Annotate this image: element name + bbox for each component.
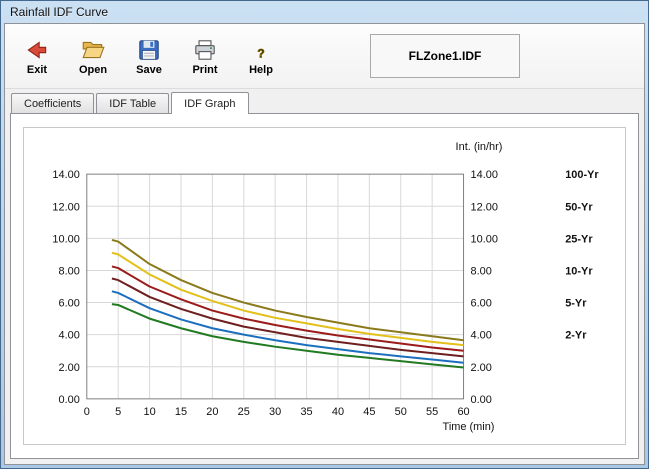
legend-label-50-yr: 50-Yr xyxy=(565,201,593,213)
tabstrip: Coefficients IDF Table IDF Graph xyxy=(5,89,644,114)
y-tick-label-right: 4.00 xyxy=(471,330,492,342)
legend-label-2-yr: 2-Yr xyxy=(565,330,587,342)
legend-label-5-yr: 5-Yr xyxy=(565,298,587,310)
x-axis-title: Time (min) xyxy=(443,421,495,433)
y-tick-label-left: 14.00 xyxy=(52,169,79,181)
titlebar[interactable]: Rainfall IDF Curve xyxy=(4,1,645,23)
tab-idf-table-label: IDF Table xyxy=(109,97,157,110)
y-tick-label-right: 10.00 xyxy=(471,233,498,245)
x-tick-label: 55 xyxy=(426,406,438,418)
filename-text: FLZone1.IDF xyxy=(408,49,482,63)
window-title: Rainfall IDF Curve xyxy=(10,5,109,19)
y-tick-label-right: 12.00 xyxy=(471,201,498,213)
x-tick-label: 10 xyxy=(143,406,155,418)
y-tick-label-left: 12.00 xyxy=(52,201,79,213)
tab-idf-table[interactable]: IDF Table xyxy=(96,93,170,113)
y-tick-label-left: 0.00 xyxy=(58,394,79,406)
print-label: Print xyxy=(192,63,218,76)
open-button[interactable]: Open xyxy=(73,33,113,80)
series-line-25-yr xyxy=(111,265,464,352)
y-tick-label-right: 14.00 xyxy=(471,169,498,181)
svg-text:?: ? xyxy=(257,46,264,60)
exit-button[interactable]: Exit xyxy=(17,33,57,80)
x-tick-label: 45 xyxy=(363,406,375,418)
help-button[interactable]: ? Help xyxy=(241,33,281,80)
y-tick-label-left: 4.00 xyxy=(58,330,79,342)
x-tick-label: 25 xyxy=(238,406,250,418)
y-tick-label-left: 8.00 xyxy=(58,265,79,277)
help-label: Help xyxy=(249,63,273,76)
window-body: Exit Open Save Print ? Help FLZone1.IDF … xyxy=(4,23,645,465)
idf-graph-panel: 0.00 0.00 2.00 2.00 4.00 4.00 6.00 6.00 8.00 8.00… xyxy=(10,113,639,459)
legend-label-10-yr: 10-Yr xyxy=(565,265,593,277)
x-tick-label: 20 xyxy=(206,406,218,418)
exit-icon xyxy=(27,40,47,59)
exit-label: Exit xyxy=(26,63,48,76)
toolbar: Exit Open Save Print ? Help FLZone1.IDF xyxy=(5,24,644,89)
y-axis-title: Int. (in/hr) xyxy=(456,141,503,153)
x-tick-label: 30 xyxy=(269,406,281,418)
x-tick-label: 60 xyxy=(457,406,469,418)
x-tick-label: 35 xyxy=(300,406,312,418)
app-window: Rainfall IDF Curve Exit Open Save Print … xyxy=(0,0,649,469)
open-folder-icon xyxy=(82,41,105,58)
y-tick-label-right: 8.00 xyxy=(471,265,492,277)
x-tick-label: 15 xyxy=(175,406,187,418)
y-tick-label-right: 2.00 xyxy=(471,362,492,374)
save-disk-icon xyxy=(139,39,159,60)
x-tick-label: 40 xyxy=(332,406,344,418)
chart-frame: 0.00 0.00 2.00 2.00 4.00 4.00 6.00 6.00 8.00 8.00… xyxy=(23,127,626,445)
y-tick-label-right: 6.00 xyxy=(471,298,492,310)
legend-label-25-yr: 25-Yr xyxy=(565,233,593,245)
x-tick-label: 5 xyxy=(115,406,121,418)
save-button[interactable]: Save xyxy=(129,33,169,80)
x-tick-label: 50 xyxy=(395,406,407,418)
tab-coefficients[interactable]: Coefficients xyxy=(11,93,95,113)
series-line-50-yr xyxy=(111,251,464,347)
print-button[interactable]: Print xyxy=(185,33,225,80)
series-line-100-yr xyxy=(111,238,464,342)
x-tick-label: 0 xyxy=(84,406,90,418)
tab-coefficients-label: Coefficients xyxy=(24,97,82,110)
save-label: Save xyxy=(136,63,162,76)
y-tick-label-left: 10.00 xyxy=(52,233,79,245)
printer-icon xyxy=(195,39,215,60)
tab-idf-graph-label: IDF Graph xyxy=(184,97,236,110)
y-tick-label-left: 6.00 xyxy=(58,298,79,310)
open-label: Open xyxy=(78,63,108,76)
idf-chart: 0.00 0.00 2.00 2.00 4.00 4.00 6.00 6.00 8.00 8.00… xyxy=(52,141,599,433)
help-icon: ? xyxy=(257,46,265,61)
y-tick-label-left: 2.00 xyxy=(58,362,79,374)
legend-label-100-yr: 100-Yr xyxy=(565,169,599,181)
tab-idf-graph[interactable]: IDF Graph xyxy=(171,92,249,114)
y-tick-label-right: 0.00 xyxy=(471,394,492,406)
filename-box: FLZone1.IDF xyxy=(370,34,520,78)
